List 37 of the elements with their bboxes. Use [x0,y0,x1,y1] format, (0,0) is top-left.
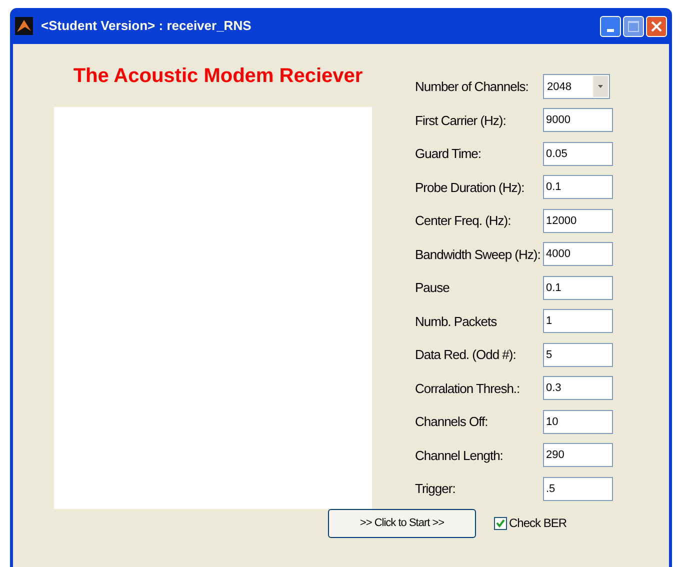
input-field[interactable]: 9000 [543,108,613,132]
checkmark-icon [496,518,505,528]
start-button[interactable]: >> Click to Start >> [328,508,476,538]
check-ber-checkbox[interactable]: Check BER [494,514,567,532]
input-field[interactable]: 12000 [543,208,613,233]
channels-dropdown[interactable]: 2048 [543,74,610,100]
field-label: Trigger: [414,480,456,498]
input-field[interactable]: 290 [543,443,613,468]
input-field[interactable]: 0.1 [543,276,613,300]
input-field[interactable]: 0.1 [543,175,613,200]
field-label: Bandwidth Sweep (Hz): [414,246,542,264]
field-label: Channels Off: [414,413,489,431]
input-field[interactable]: 1 [543,309,613,334]
field-label: Center Freq. (Hz): [414,212,512,230]
caret-icon [593,76,608,98]
window-title: <Student Version> : receiver_RNS [41,17,252,36]
maximize-button[interactable] [623,16,644,36]
close-icon [651,20,662,32]
field-label: Corralation Thresh.: [414,380,521,398]
input-field[interactable]: 10 [543,410,613,434]
input-field[interactable]: 4000 [543,242,613,266]
field-label: Channel Length: [414,446,504,465]
close-button[interactable] [646,16,667,36]
input-field[interactable]: 5 [543,342,613,367]
app-icon [15,17,33,35]
field-label: First Carrier (Hz): [414,112,507,130]
field-label: Number of Channels: [414,78,530,96]
field-label: Guard Time: [414,145,482,163]
heading: The Acoustic Modem Reciever [73,66,363,86]
field-label: Probe Duration (Hz): [414,178,526,197]
input-field[interactable]: 0.3 [543,376,613,400]
field-label: Numb. Packets [414,312,498,330]
minimize-button[interactable] [600,16,621,36]
field-label: Pause [414,279,450,297]
input-field[interactable]: .5 [543,476,613,501]
field-label: Data Red. (Odd #): [414,346,517,364]
input-field[interactable]: 0.05 [543,142,613,166]
